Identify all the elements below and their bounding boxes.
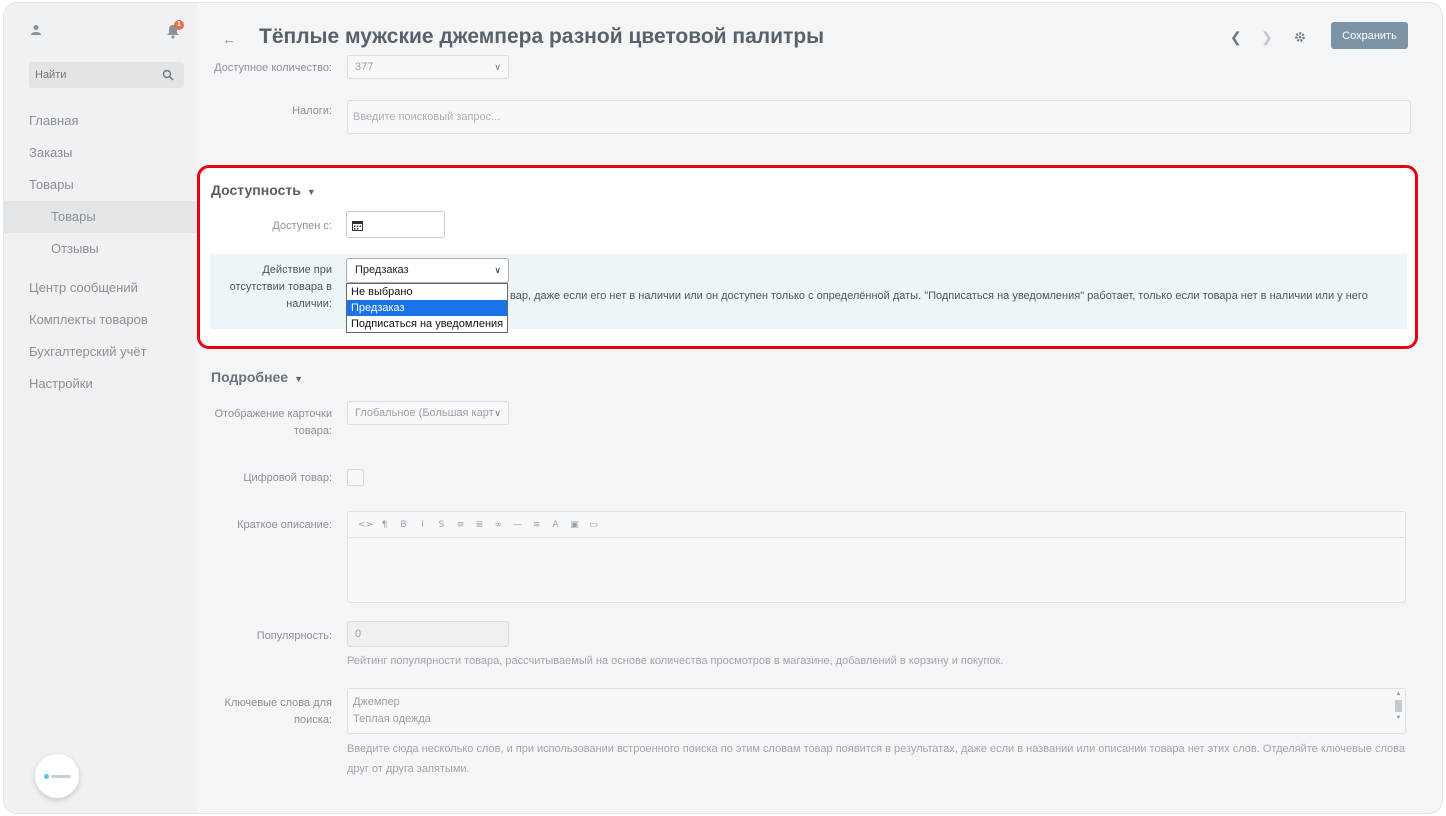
video-icon[interactable]: ▭ [584, 520, 603, 530]
card-display-select[interactable]: Глобальное (Большая карт ∨ [347, 401, 509, 425]
digital-product-checkbox[interactable] [347, 469, 364, 486]
page-title: Тёплые мужские джемпера разной цветовой … [259, 25, 825, 48]
card-display-label: Отображение карточки товара: [214, 408, 332, 437]
short-description-label: Краткое описание: [237, 519, 332, 531]
unordered-list-icon[interactable]: ≡ [451, 520, 470, 530]
keywords-label: Ключевые слова для поиска: [224, 697, 332, 726]
chevron-down-icon: ∨ [494, 265, 501, 275]
sidebar: 1 Главная Заказы Товары Товары Отзывы Це… [4, 3, 197, 813]
sidebar-item-products-sub[interactable]: Товары [4, 201, 197, 233]
sidebar-item-messages[interactable]: Центр сообщений [4, 272, 197, 304]
notification-badge: 1 [174, 20, 184, 30]
short-description-editor[interactable]: <> ¶ B I S ≡ ≣ ∞ — ≡ A ▣ ▭ [347, 511, 1406, 603]
option-subscribe-notifications[interactable]: Подписаться на уведомления [347, 316, 507, 332]
notifications-bell-icon[interactable]: 1 [166, 20, 184, 39]
search-input[interactable] [29, 62, 149, 88]
paragraph-icon[interactable]: ¶ [375, 520, 394, 530]
keywords-help: Введите сюда несколько слов, и при испол… [347, 743, 1405, 775]
code-icon[interactable]: <> [356, 520, 375, 530]
sidebar-item-reviews[interactable]: Отзывы [4, 233, 197, 265]
taxes-input[interactable]: Введите поисковый запрос... [347, 100, 1411, 134]
details-title-text: Подробнее [211, 369, 289, 385]
option-preorder[interactable]: Предзаказ [347, 300, 507, 316]
availability-title-text: Доступность [211, 182, 301, 198]
scroll-down-icon[interactable]: ▼ [1394, 715, 1403, 721]
stock-action-label: Действие при отсутствии товара в наличии… [229, 264, 332, 310]
quantity-label: Доступное количество: [214, 62, 332, 74]
logo-dot-icon [44, 774, 49, 779]
sidebar-item-home[interactable]: Главная [4, 105, 197, 137]
sidebar-item-products[interactable]: Товары [4, 169, 197, 201]
sidebar-item-bundles[interactable]: Комплекты товаров [4, 304, 197, 336]
sidebar-nav: Главная Заказы Товары Товары Отзывы Цент… [4, 105, 197, 400]
editor-toolbar: <> ¶ B I S ≡ ≣ ∞ — ≡ A ▣ ▭ [348, 512, 1405, 538]
chevron-right-icon[interactable]: ❯ [1261, 29, 1273, 46]
available-from-label: Доступен с: [272, 220, 332, 232]
align-icon[interactable]: ≡ [527, 520, 546, 530]
caret-down-icon: ▼ [294, 374, 304, 384]
card-display-value: Глобальное (Большая карт [355, 407, 494, 419]
popularity-label: Популярность: [256, 630, 332, 642]
available-from-date-input[interactable] [346, 211, 445, 238]
app-window: 1 Главная Заказы Товары Товары Отзывы Це… [3, 2, 1443, 814]
sidebar-item-settings[interactable]: Настройки [4, 368, 197, 400]
search-icon[interactable] [162, 68, 176, 82]
digital-product-label: Цифровой товар: [243, 472, 332, 484]
user-icon[interactable] [30, 23, 42, 35]
ordered-list-icon[interactable]: ≣ [470, 520, 489, 530]
image-icon[interactable]: ▣ [565, 520, 584, 530]
sidebar-item-accounting[interactable]: Бухгалтерский учёт [4, 336, 197, 368]
popularity-input[interactable]: 0 [347, 621, 509, 647]
textarea-scrollbar[interactable]: ▲ ▼ [1394, 691, 1403, 731]
popularity-help: Рейтинг популярности товара, рассчитывае… [347, 655, 1004, 667]
main-content: ← Тёплые мужские джемпера разной цветово… [197, 3, 1442, 813]
strikethrough-icon[interactable]: S [432, 520, 451, 530]
sidebar-item-orders[interactable]: Заказы [4, 137, 197, 169]
stock-action-dropdown: Не выбрано Предзаказ Подписаться на увед… [346, 283, 508, 333]
logo-button[interactable] [35, 754, 79, 798]
keywords-line: Джемпер [353, 696, 400, 708]
scroll-up-icon[interactable]: ▲ [1394, 691, 1403, 697]
bold-icon[interactable]: B [394, 520, 413, 530]
scroll-thumb[interactable] [1395, 700, 1402, 712]
availability-section-highlight: Доступность ▼ Доступен с: Действие при от… [197, 165, 1418, 349]
keywords-line: Теплая одежда [353, 713, 431, 725]
link-icon[interactable]: ∞ [489, 520, 508, 530]
popularity-value: 0 [355, 628, 362, 640]
logo-wordmark-icon [51, 775, 71, 778]
caret-down-icon: ▼ [306, 187, 316, 197]
calendar-icon[interactable] [352, 218, 363, 231]
stock-action-selected: Предзаказ [355, 264, 409, 276]
gear-icon[interactable] [1294, 30, 1308, 44]
option-not-selected[interactable]: Не выбрано [347, 284, 507, 300]
chevron-left-icon[interactable]: ❮ [1230, 29, 1242, 46]
details-section-title[interactable]: Подробнее ▼ [211, 369, 303, 385]
italic-icon[interactable]: I [413, 520, 432, 530]
text-color-icon[interactable]: A [546, 520, 565, 530]
availability-section-title[interactable]: Доступность ▼ [211, 182, 316, 198]
taxes-label: Налоги: [292, 105, 332, 117]
horizontal-rule-icon[interactable]: — [508, 520, 527, 530]
chevron-down-icon: ∨ [494, 408, 501, 418]
quantity-value: 377 [355, 61, 374, 73]
stock-action-hint: вар, даже если его нет в наличии или он … [510, 290, 1368, 302]
back-arrow-icon[interactable]: ← [222, 31, 236, 47]
chevron-down-icon: ∨ [494, 62, 501, 72]
save-button[interactable]: Сохранить [1331, 22, 1408, 49]
sidebar-search[interactable] [29, 62, 184, 88]
stock-action-select[interactable]: Предзаказ ∨ [346, 258, 509, 283]
keywords-textarea[interactable]: Джемпер Теплая одежда ▲ ▼ [347, 688, 1406, 734]
quantity-select[interactable]: 377 ∨ [347, 55, 509, 79]
